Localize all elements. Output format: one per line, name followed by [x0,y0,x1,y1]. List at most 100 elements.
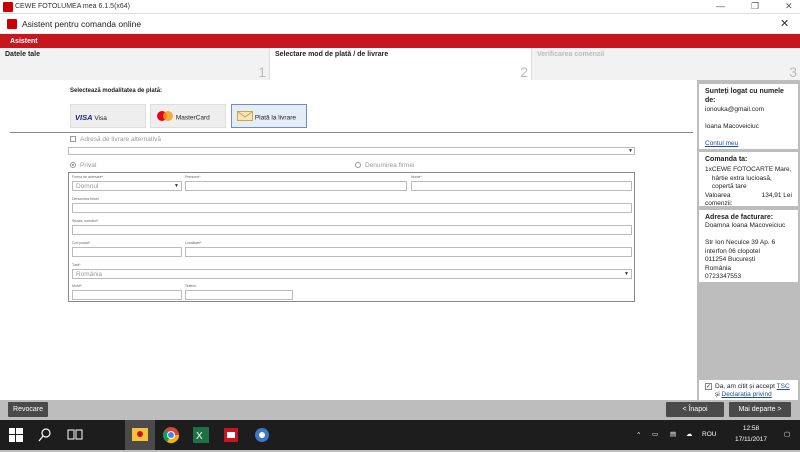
next-button[interactable]: Mai departe > [729,402,791,417]
step-label: Verificarea comenzii [537,51,605,58]
close-window-icon[interactable]: ✕ [785,1,793,12]
zip-input[interactable] [72,247,182,257]
windows-start-icon[interactable] [9,428,23,442]
taskbar-app-active[interactable] [125,420,155,450]
company-input[interactable] [72,203,632,213]
cewe-taskbar-icon[interactable] [222,426,240,444]
maximize-icon[interactable]: ❐ [751,1,759,12]
city-label: Localitate* [185,241,202,245]
salutation-select[interactable]: Domnul ▼ [72,181,182,191]
excel-icon[interactable]: X [192,426,210,444]
country-label: Țară* [72,263,81,267]
billing-line: interfon 06 clopotel [705,247,760,255]
billing-line: România [705,264,732,272]
billing-line: 0723347553 [705,273,742,281]
payment-visa-button[interactable]: VISA Visa [70,104,146,128]
order-item: 1x CEWE FOTOCARTE Mare, hârtie extra luc… [705,166,792,191]
step-payment-delivery[interactable]: Selectare mod de plată / de livrare 2 [270,48,532,80]
mobile-input[interactable] [72,290,182,300]
lastname-label: Nume* [411,175,422,179]
language-indicator[interactable]: ROU [702,431,716,438]
terms-checkbox[interactable]: ✓ [705,383,712,390]
checkbox-icon[interactable] [70,136,76,143]
order-card: Comanda ta: 1x CEWE FOTOCARTE Mare, hârt… [699,152,798,209]
window-titlebar: CEWE FOTOLUMEA mea 6.1.5(x64) — ❐ ✕ [0,0,800,14]
chevron-down-icon: ▼ [628,148,633,154]
street-label: Strada, numărul* [72,219,99,223]
payment-mastercard-button[interactable]: MasterCard [150,104,226,128]
taskbar: X ⌃ ▭ ▤ ☁ ROU 12:58 17/11/2017 ▢ [0,420,800,450]
minimize-icon[interactable]: — [716,1,725,11]
wizard-steps: Datele tale 1 Selectare mod de plată / d… [0,48,800,80]
country-value: România [76,271,103,278]
chrome-icon[interactable] [162,426,180,444]
firstname-input[interactable] [185,181,407,191]
visa-logo-icon: VISA [75,113,93,122]
payment-cash-on-delivery-button[interactable]: Plată la livrare [231,104,307,128]
cloud-icon[interactable]: ☁ [686,430,693,438]
order-assistant-dialog: Asistent pentru comanda online ✕ Asisten… [0,14,800,420]
chevron-down-icon: ▼ [174,183,179,189]
company-radio[interactable]: Denumirea firmei [355,162,415,169]
my-account-link[interactable]: Contul meu [705,140,738,147]
order-title: Comanda ta: [705,156,748,163]
order-value: 134,91 Lei [761,191,792,199]
dialog-header: Asistent pentru comanda online ✕ [0,14,800,34]
radio-icon[interactable] [70,162,76,169]
street-input[interactable] [72,225,632,235]
mobile-label: Mobil* [72,284,82,288]
step-label: Datele tale [5,51,41,58]
phone-input[interactable] [185,290,293,300]
order-value-label: Valoarea comenzii: [705,191,733,208]
back-button[interactable]: < Înapoi [666,402,724,417]
payment-label: Visa [94,115,107,122]
alt-address-checkbox[interactable]: Adresă de livrare alternativă [70,136,161,143]
step-number: 3 [789,64,797,80]
login-name: Ioana Macoveiciuc [705,122,759,130]
network-icon[interactable]: ▤ [670,430,676,438]
firstname-label: Prenume* [185,175,201,179]
close-dialog-icon[interactable]: ✕ [780,17,789,30]
step-number: 1 [258,64,266,80]
billing-title: Adresa de facturare: [705,214,774,221]
zip-label: Cod poștal* [72,241,91,245]
svg-text:X: X [196,431,203,442]
order-item-name: CEWE FOTOCARTE Mare, hârtie extra lucioa… [711,166,792,191]
mastercard-logo-icon [156,111,174,121]
notification-icon[interactable]: ▭ [652,430,658,438]
cewe-icon [7,19,17,29]
divider [10,132,693,133]
radio-icon[interactable] [355,162,361,169]
billing-card: Adresa de facturare: Doamna Ioana Macove… [699,210,798,282]
step-your-data[interactable]: Datele tale 1 [0,48,270,80]
clock-date[interactable]: 17/11/2017 [726,436,776,443]
people-icon[interactable]: ⌃ [636,431,641,439]
billing-line: Str Ion Neculce 39 Ap. 6 [705,239,776,247]
company-label: Denumirea firmei [365,162,415,169]
cancel-button[interactable]: Revocare [8,402,48,417]
city-input[interactable] [185,247,632,257]
private-radio[interactable]: Privat [70,162,97,169]
private-label: Privat [80,162,97,169]
step-review-order: Verificarea comenzii 3 [532,48,800,80]
assistant-bar: Asistent [0,34,800,48]
billing-line: 011254 București [705,256,756,264]
order-summary-sidebar: Sunteți logat cu numele de: ionouka@gmai… [697,80,800,412]
alt-address-select[interactable]: ▼ [68,147,635,155]
action-center-icon[interactable]: ▢ [784,430,790,438]
search-icon[interactable] [38,428,52,442]
order-value-row: Valoarea comenzii: 134,91 Lei [705,192,792,209]
phone-label: Telefon [185,284,197,288]
window-title: CEWE FOTOLUMEA mea 6.1.5(x64) [15,3,131,10]
tsc-link[interactable]: TSC [777,383,790,390]
app-taskbar-icon[interactable] [253,426,271,444]
lastname-input[interactable] [411,181,632,191]
clock-time[interactable]: 12:58 [736,425,766,432]
dialog-title: Asistent pentru comanda online [22,19,142,29]
task-view-icon[interactable] [67,428,83,442]
app-logo-icon [3,2,13,12]
payment-label: MasterCard [175,114,210,122]
payment-title: Selectează modalitatea de plată: [70,88,163,94]
address-form: Forma de adresare* Domnul ▼ Prenume* Nume… [68,172,635,302]
country-select[interactable]: România ▼ [72,269,632,279]
